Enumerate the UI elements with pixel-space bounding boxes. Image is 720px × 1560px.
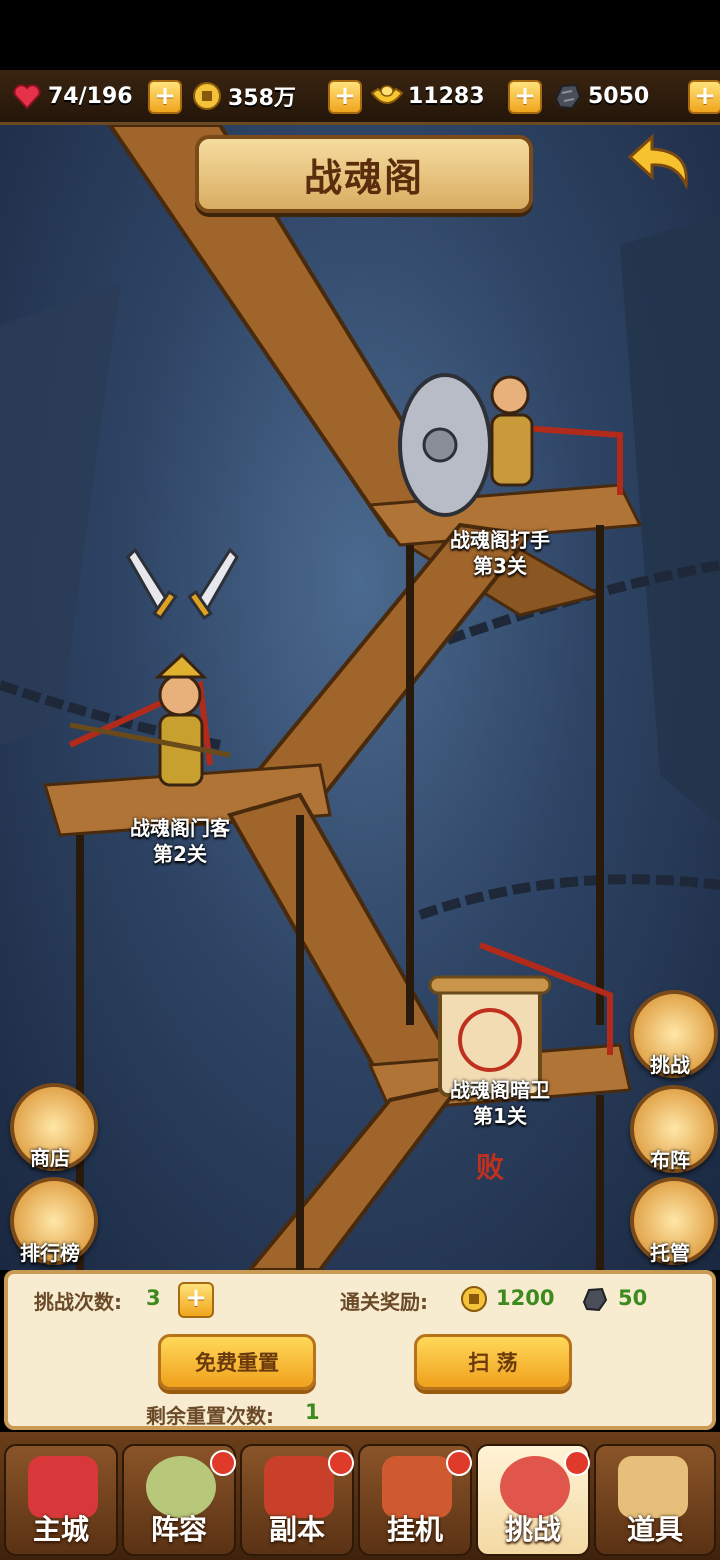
defeated-stamp: 败 <box>475 1151 504 1184</box>
coin-icon <box>190 79 224 113</box>
ore-stone-icon <box>550 79 584 113</box>
reward-ore-value: 50 <box>618 1286 648 1310</box>
add-challenge-button[interactable]: + <box>178 1282 214 1318</box>
auto-manage-label: 托管 <box>650 1241 690 1265</box>
notification-dot <box>328 1450 354 1476</box>
tab-dungeon[interactable]: 副本 <box>240 1444 354 1556</box>
bottom-nav: 主城 阵容 副本 挂机 挑战 道具 <box>0 1432 720 1560</box>
gold-ingot-icon <box>370 79 404 113</box>
coin-resource: 358万 <box>190 78 296 114</box>
formation-label: 布阵 <box>650 1148 690 1172</box>
page-title: 战魂阁 <box>303 155 424 200</box>
add-ingot-button[interactable]: + <box>508 80 542 114</box>
notification-dot <box>210 1450 236 1476</box>
sweep-button[interactable]: 扫 荡 <box>414 1334 572 1390</box>
stage-1-name: 战魂阁暗卫 <box>450 1078 550 1102</box>
stage-1-node[interactable]: 战魂阁暗卫 第1关 <box>420 1077 580 1129</box>
stamina-resource: 74/196 <box>10 78 133 114</box>
stage-2-name: 战魂阁门客 <box>130 816 230 840</box>
challenge-count-value: 3 <box>146 1286 161 1310</box>
staircase-art <box>0 125 720 1270</box>
stage-2-node[interactable]: 战魂阁门客 第2关 <box>100 815 260 867</box>
stage-3-node[interactable]: 战魂阁打手 第3关 <box>420 527 580 579</box>
tower-scene: 战魂阁 败 战魂阁打手 第3关 战魂阁门客 第2关 战魂阁暗卫 第1关 商店 排… <box>0 125 720 1270</box>
tab-items[interactable]: 道具 <box>594 1444 716 1556</box>
status-bar <box>0 0 720 70</box>
stage-2-level: 第2关 <box>153 842 207 866</box>
add-ore-button[interactable]: + <box>688 80 720 114</box>
challenge-count-label: 挑战次数: <box>34 1290 122 1314</box>
ore-stone-icon <box>582 1287 608 1312</box>
ore-resource: 5050 <box>550 78 649 114</box>
notification-dot <box>446 1450 472 1476</box>
stage-3-level: 第3关 <box>473 554 527 578</box>
reward-label: 通关奖励: <box>340 1290 428 1314</box>
tab-challenge[interactable]: 挑战 <box>476 1444 590 1556</box>
back-arrow-icon[interactable] <box>628 133 694 189</box>
tab-idle[interactable]: 挂机 <box>358 1444 472 1556</box>
resource-bar: 74/196 + 358万 + 11283 + 5050 + <box>0 70 720 125</box>
coin-icon <box>461 1286 487 1312</box>
heart-stamina-icon <box>10 79 44 113</box>
shop-label: 商店 <box>30 1146 70 1170</box>
tab-main-city[interactable]: 主城 <box>4 1444 118 1556</box>
challenge-info-panel: 挑战次数: 3 + 通关奖励: 1200 50 免费重置 扫 荡 剩余重置次数:… <box>4 1270 716 1430</box>
leaderboard-label: 排行榜 <box>20 1241 80 1265</box>
page-title-banner: 战魂阁 <box>195 135 533 213</box>
add-stamina-button[interactable]: + <box>148 80 182 114</box>
tab-lineup[interactable]: 阵容 <box>122 1444 236 1556</box>
reward-coin-value: 1200 <box>496 1286 555 1310</box>
ingot-resource: 11283 <box>370 78 485 114</box>
free-reset-button[interactable]: 免费重置 <box>158 1334 316 1390</box>
stage-3-name: 战魂阁打手 <box>450 528 550 552</box>
challenge-side-label: 挑战 <box>650 1053 690 1077</box>
remaining-reset-label: 剩余重置次数: <box>146 1404 274 1428</box>
notification-dot <box>564 1450 590 1476</box>
remaining-reset-value: 1 <box>305 1400 320 1424</box>
add-coin-button[interactable]: + <box>328 80 362 114</box>
stage-1-level: 第1关 <box>473 1104 527 1128</box>
